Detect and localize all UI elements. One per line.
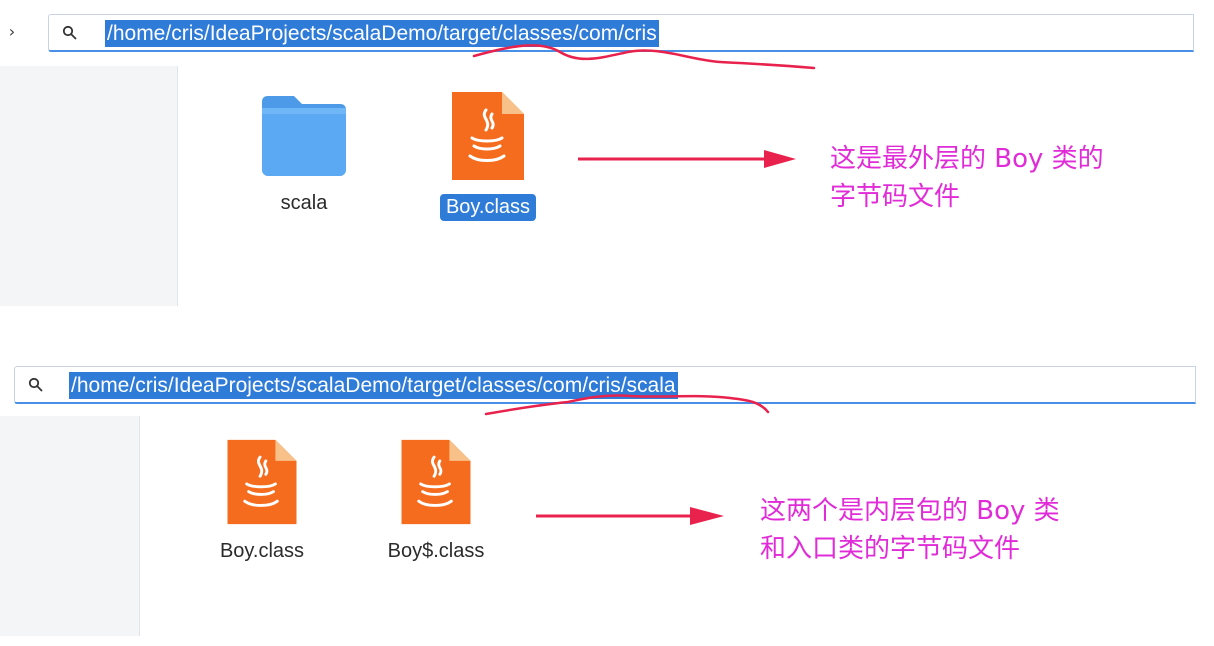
file-item-boy-class[interactable]: Boy.class [192, 436, 332, 565]
file-item-boy-class[interactable]: Boy.class [418, 88, 558, 221]
file-manager-window-top: › /home/cris/IdeaProjects/scalaDemo/targ… [0, 0, 1214, 306]
java-file-icon [401, 439, 471, 525]
annotation-text: 这两个是内层包的 Boy 类 和入口类的字节码文件 [760, 496, 1060, 564]
location-bar[interactable]: /home/cris/IdeaProjects/scalaDemo/target… [14, 366, 1196, 404]
file-item-scala-folder[interactable]: scala [234, 92, 374, 217]
path-input[interactable]: /home/cris/IdeaProjects/scalaDemo/target… [69, 372, 678, 399]
separator [0, 306, 1214, 360]
toolbar: › /home/cris/IdeaProjects/scalaDemo/targ… [0, 0, 1214, 66]
java-file-icon [452, 92, 524, 180]
file-label: Boy$.class [387, 540, 485, 562]
location-bar[interactable]: /home/cris/IdeaProjects/scalaDemo/target… [48, 14, 1194, 52]
file-label: Boy.class [219, 540, 305, 562]
forward-button[interactable]: › [0, 18, 24, 46]
file-item-boy-dollar-class[interactable]: Boy$.class [366, 436, 506, 565]
file-label: Boy.class [439, 194, 537, 221]
file-label: scala [280, 192, 328, 214]
sidebar [0, 66, 178, 306]
file-manager-window-bottom: /home/cris/IdeaProjects/scalaDemo/target… [0, 360, 1214, 636]
annotation-text: 这是最外层的 Boy 类的 字节码文件 [830, 144, 1104, 212]
java-file-icon [227, 439, 297, 525]
path-input[interactable]: /home/cris/IdeaProjects/scalaDemo/target… [105, 20, 659, 47]
search-icon [62, 25, 77, 40]
sidebar [0, 416, 140, 636]
search-icon [28, 377, 43, 392]
folder-icon [262, 96, 346, 176]
